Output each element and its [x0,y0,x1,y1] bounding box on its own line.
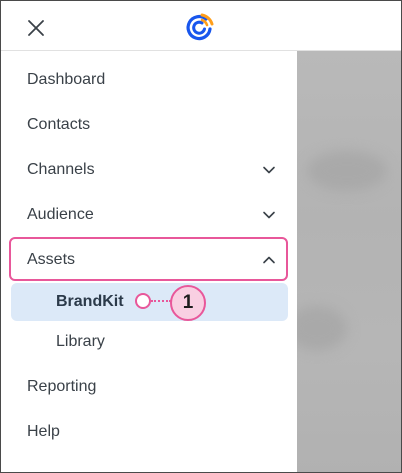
callout-dot [135,293,151,309]
menu-item-help[interactable]: Help [1,411,297,453]
menu-item-label: Audience [27,206,94,223]
blurred-content [307,151,387,191]
menu-item-label: Help [27,423,60,440]
chevron-up-icon[interactable] [262,253,276,267]
submenu-item-label: BrandKit [56,293,124,310]
menu-item-audience[interactable]: Audience [1,194,297,236]
menu-item-assets[interactable]: Assets [1,239,297,281]
callout-connector [151,300,171,302]
menu-item-dashboard[interactable]: Dashboard [1,59,297,101]
constant-contact-logo[interactable] [183,11,215,43]
chevron-down-icon[interactable] [262,163,276,177]
submenu-item-label: Library [56,333,105,350]
menu-item-label: Contacts [27,116,91,133]
menu-item-reporting[interactable]: Reporting [1,366,297,408]
menu-item-label: Reporting [27,378,97,395]
menu-item-label: Dashboard [27,71,106,88]
callout-badge: 1 [170,285,206,321]
menu-header [1,1,401,51]
menu-item-label: Channels [27,161,95,178]
app-window: Dashboard Contacts Channels Audience Ass… [0,0,402,473]
page-overlay[interactable] [287,51,401,472]
menu-item-channels[interactable]: Channels [1,149,297,191]
nav-menu: Dashboard Contacts Channels Audience Ass… [1,51,297,472]
close-icon[interactable] [27,19,45,37]
chevron-down-icon[interactable] [262,208,276,222]
submenu-item-library[interactable]: Library [1,321,297,363]
menu-item-contacts[interactable]: Contacts [1,104,297,146]
menu-item-label: Assets [27,251,76,268]
